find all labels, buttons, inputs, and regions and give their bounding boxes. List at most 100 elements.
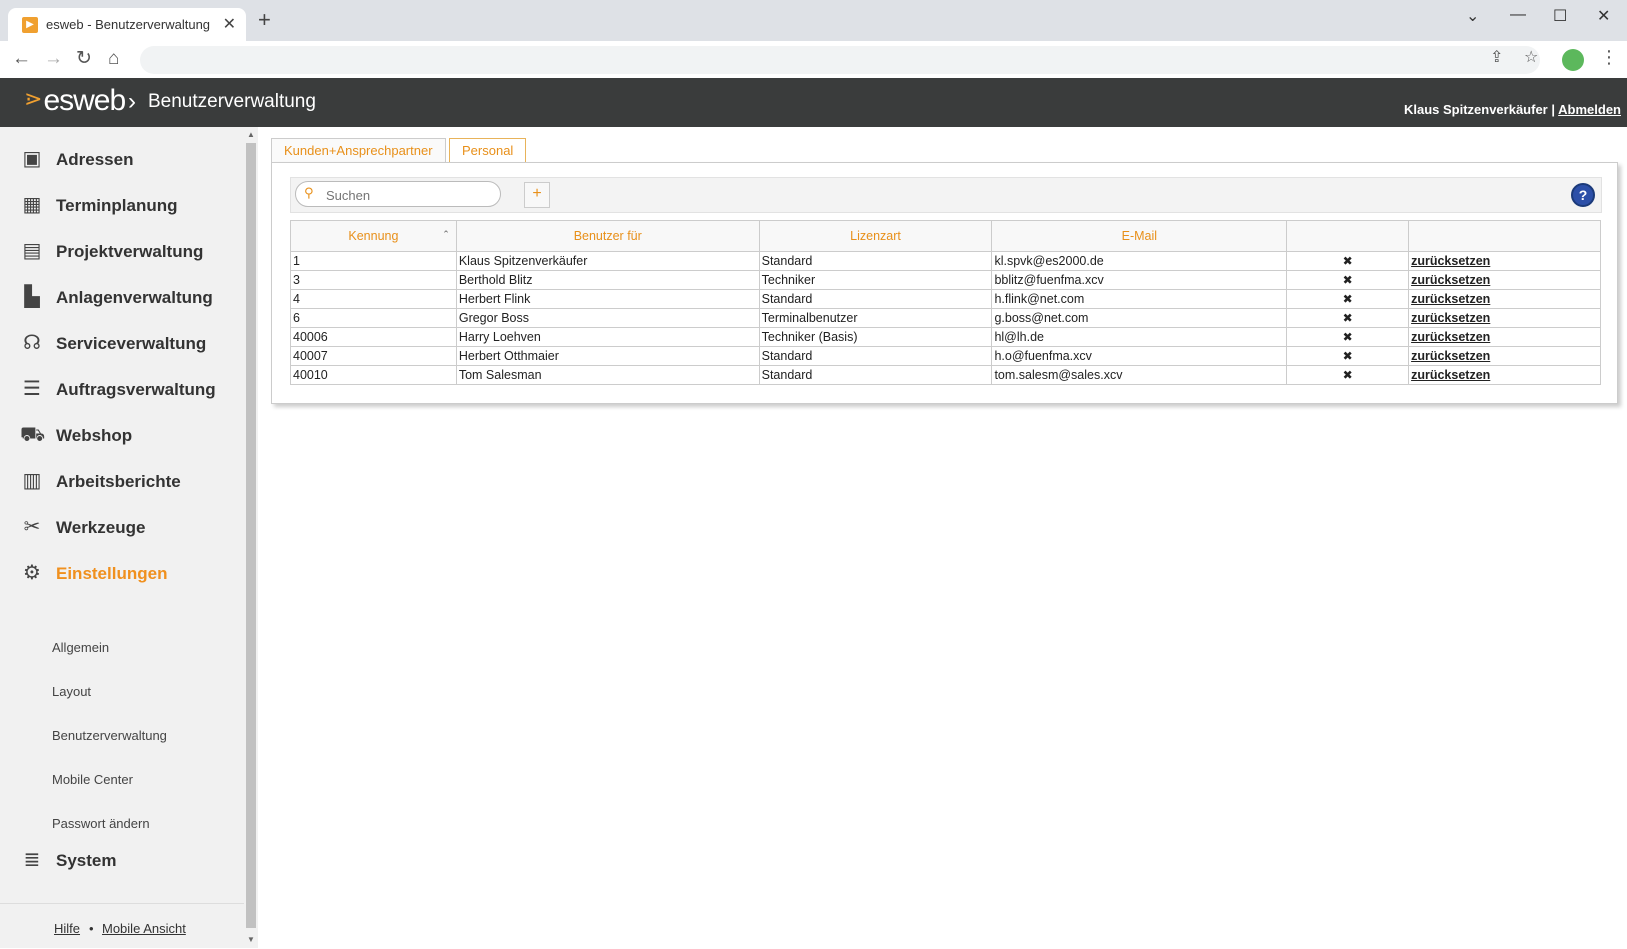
maximize-icon[interactable]: ☐ xyxy=(1553,6,1567,26)
app-header: ⋗esweb › Benutzerverwaltung Klaus Spitze… xyxy=(0,78,1627,127)
forward-icon[interactable]: → xyxy=(44,47,63,71)
delete-icon[interactable]: ✖ xyxy=(1286,365,1410,385)
add-user-button[interactable]: + xyxy=(524,182,550,208)
delete-icon[interactable]: ✖ xyxy=(1286,308,1410,328)
subnav-allgemein[interactable]: Allgemein xyxy=(52,640,109,655)
reset-password-link[interactable]: zurücksetzen xyxy=(1408,308,1601,328)
column-header-delete xyxy=(1286,220,1410,252)
user-info: Klaus Spitzenverkäufer | Abmelden xyxy=(1404,102,1621,117)
help-link[interactable]: Hilfe xyxy=(54,921,80,936)
tab-personal[interactable]: Personal xyxy=(449,138,527,163)
sidebar-item-anlagenverwaltung[interactable]: ▙ Anlagenverwaltung xyxy=(0,278,244,318)
table-row[interactable]: 1 Klaus Spitzenverkäufer Standard kl.spvk@e… xyxy=(290,251,1601,271)
sidebar: ▣ Adressen ▦ Terminplanung ▤ Projektverwalt… xyxy=(0,127,244,948)
close-tab-icon[interactable]: ✕ xyxy=(223,14,236,34)
url-field[interactable] xyxy=(140,46,1540,74)
cell-benutzer: Tom Salesman xyxy=(455,365,760,385)
sidebar-item-label: Arbeitsberichte xyxy=(56,472,181,491)
users-panel: ⚲ + ? Kennung ⌃ Benutzer für Lizenzart E-… xyxy=(271,162,1618,404)
column-header-benutzer[interactable]: Benutzer für xyxy=(455,220,760,252)
gantt-icon: ▤ xyxy=(22,240,42,262)
sidebar-item-projektverwaltung[interactable]: ▤ Projektverwaltung xyxy=(0,232,244,272)
delete-icon[interactable]: ✖ xyxy=(1286,251,1410,271)
minimize-icon[interactable]: — xyxy=(1510,6,1526,24)
toolbar: ⚲ + ? xyxy=(290,177,1602,213)
sidebar-item-werkzeuge[interactable]: ✂ Werkzeuge xyxy=(0,508,244,548)
sidebar-item-einstellungen[interactable]: ⚙ Einstellungen xyxy=(0,554,244,594)
page-title: Benutzerverwaltung xyxy=(148,91,316,112)
search-input[interactable] xyxy=(324,185,498,205)
profile-avatar[interactable] xyxy=(1562,49,1584,71)
cell-kennung: 40006 xyxy=(290,327,457,347)
scroll-down-icon[interactable]: ▼ xyxy=(247,935,255,944)
cell-lizenzart: Techniker xyxy=(758,270,993,290)
back-icon[interactable]: ← xyxy=(12,47,31,71)
table-row[interactable]: 40007 Herbert Otthmaier Standard h.o@fuenfm… xyxy=(290,346,1601,366)
reset-password-link[interactable]: zurücksetzen xyxy=(1408,346,1601,366)
table-row[interactable]: 6 Gregor Boss Terminalbenutzer g.boss@net.c… xyxy=(290,308,1601,328)
cell-lizenzart: Techniker (Basis) xyxy=(758,327,993,347)
home-icon[interactable]: ⌂ xyxy=(108,47,119,71)
browser-tab[interactable]: ▶ esweb - Benutzerverwaltung ✕ xyxy=(8,8,246,41)
scroll-up-icon[interactable]: ▲ xyxy=(247,130,255,139)
sidebar-item-label: System xyxy=(56,851,117,870)
search-box[interactable]: ⚲ xyxy=(295,181,501,207)
reset-password-link[interactable]: zurücksetzen xyxy=(1408,365,1601,385)
delete-icon[interactable]: ✖ xyxy=(1286,270,1410,290)
cell-email: h.o@fuenfma.xcv xyxy=(991,346,1288,366)
subnav-benutzerverwaltung[interactable]: Benutzerverwaltung xyxy=(52,728,167,743)
browser-menu-icon[interactable]: ⋮ xyxy=(1600,47,1618,68)
column-header-email[interactable]: E-Mail xyxy=(991,220,1288,252)
subnav-layout[interactable]: Layout xyxy=(52,684,91,699)
users-table: Kennung ⌃ Benutzer für Lizenzart E-Mail 1… xyxy=(290,220,1601,385)
sidebar-item-adressen[interactable]: ▣ Adressen xyxy=(0,140,244,180)
sidebar-scrollbar[interactable]: ▲ ▼ xyxy=(244,127,258,948)
reset-password-link[interactable]: zurücksetzen xyxy=(1408,251,1601,271)
help-icon[interactable]: ? xyxy=(1571,183,1595,207)
subnav-mobile-center[interactable]: Mobile Center xyxy=(52,772,133,787)
tab-search-icon[interactable]: ⌄ xyxy=(1466,6,1479,26)
mobile-view-link[interactable]: Mobile Ansicht xyxy=(102,921,186,936)
cell-kennung: 3 xyxy=(290,270,457,290)
reset-password-link[interactable]: zurücksetzen xyxy=(1408,327,1601,347)
sidebar-item-label: Terminplanung xyxy=(56,196,178,215)
cell-kennung: 4 xyxy=(290,289,457,309)
clipboard-icon: ▥ xyxy=(22,470,42,492)
new-tab-button[interactable]: + xyxy=(258,9,271,31)
logout-link[interactable]: Abmelden xyxy=(1558,102,1621,117)
cell-lizenzart: Terminalbenutzer xyxy=(758,308,993,328)
cell-email: tom.salesm@sales.xcv xyxy=(991,365,1288,385)
table-row[interactable]: 40006 Harry Loehven Techniker (Basis) hl@lh… xyxy=(290,327,1601,347)
table-row[interactable]: 3 Berthold Blitz Techniker bblitz@fuenfma.x… xyxy=(290,270,1601,290)
column-header-kennung[interactable]: Kennung ⌃ xyxy=(290,220,457,252)
table-row[interactable]: 4 Herbert Flink Standard h.flink@net.com ✖ zu… xyxy=(290,289,1601,309)
cell-benutzer: Berthold Blitz xyxy=(455,270,760,290)
delete-icon[interactable]: ✖ xyxy=(1286,327,1410,347)
scrollbar-thumb[interactable] xyxy=(246,143,256,928)
list-icon: ☰ xyxy=(23,378,41,400)
reset-password-link[interactable]: zurücksetzen xyxy=(1408,289,1601,309)
table-row[interactable]: 40010 Tom Salesman Standard tom.salesm@sale… xyxy=(290,365,1601,385)
sidebar-item-arbeitsberichte[interactable]: ▥ Arbeitsberichte xyxy=(0,462,244,502)
sidebar-item-label: Anlagenverwaltung xyxy=(56,288,213,307)
sidebar-item-webshop[interactable]: ⛟ Webshop xyxy=(0,416,244,456)
tab-kunden-ansprechpartner[interactable]: Kunden+Ansprechpartner xyxy=(271,138,446,163)
share-icon[interactable]: ⇪ xyxy=(1490,47,1503,67)
window-close-icon[interactable]: ✕ xyxy=(1597,6,1610,26)
sidebar-item-system[interactable]: ≣ System xyxy=(0,841,244,881)
subnav-passwort-aendern[interactable]: Passwort ändern xyxy=(52,816,150,831)
bookmark-star-icon[interactable]: ☆ xyxy=(1524,47,1538,67)
sidebar-item-terminplanung[interactable]: ▦ Terminplanung xyxy=(0,186,244,226)
gears-icon: ⚙ xyxy=(23,562,41,584)
sidebar-item-serviceverwaltung[interactable]: ☊ Serviceverwaltung xyxy=(0,324,244,364)
column-header-lizenzart[interactable]: Lizenzart xyxy=(758,220,993,252)
reload-icon[interactable]: ↻ xyxy=(76,47,92,71)
sidebar-item-label: Adressen xyxy=(56,150,134,169)
delete-icon[interactable]: ✖ xyxy=(1286,346,1410,366)
cart-icon: ⛟ xyxy=(20,424,46,446)
reset-password-link[interactable]: zurücksetzen xyxy=(1408,270,1601,290)
esweb-logo[interactable]: ⋗esweb xyxy=(24,84,126,118)
delete-icon[interactable]: ✖ xyxy=(1286,289,1410,309)
sidebar-item-auftragsverwaltung[interactable]: ☰ Auftragsverwaltung xyxy=(0,370,244,410)
cell-lizenzart: Standard xyxy=(758,365,993,385)
